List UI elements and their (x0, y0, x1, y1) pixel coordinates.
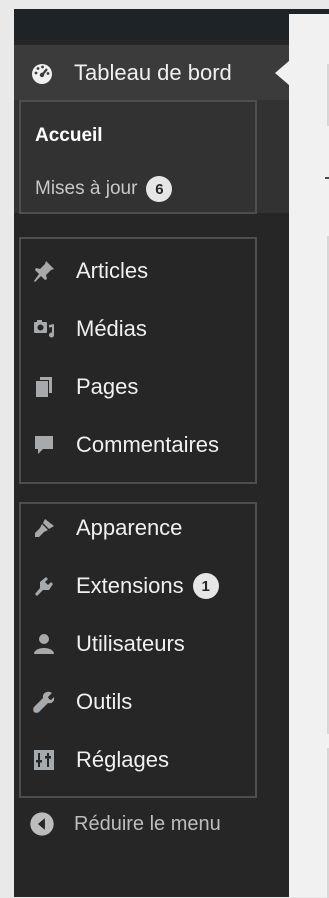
dashboard-icon (28, 59, 56, 87)
menu-item-label: Commentaires (76, 432, 220, 457)
menu-item-label: Extensions (76, 573, 184, 598)
menu-item-plugins[interactable]: Extensions 1 (16, 558, 291, 614)
pushpin-icon (30, 257, 58, 285)
updates-count-badge: 6 (146, 176, 173, 202)
current-page-indicator (275, 61, 289, 85)
menu-item-label: Outils (76, 689, 133, 714)
menu-item-tools[interactable]: Outils (16, 674, 291, 730)
menu-item-label: Utilisateurs (76, 631, 185, 656)
menu-item-settings[interactable]: Réglages (16, 732, 291, 788)
plugin-icon (30, 572, 58, 600)
media-icon (30, 315, 58, 343)
menu-item-appearance[interactable]: Apparence (16, 500, 291, 556)
menu-item-articles[interactable]: Articles (16, 243, 291, 299)
menu-item-media[interactable]: Médias (16, 301, 291, 357)
menu-item-label: Réglages (76, 747, 169, 772)
menu-item-label: Pages (76, 374, 139, 399)
paintbrush-icon (30, 514, 58, 542)
menu-item-label: Médias (76, 316, 147, 341)
menu-item-comments[interactable]: Commentaires (16, 417, 291, 473)
content-divider (325, 177, 329, 179)
collapse-menu-button[interactable]: Réduire le menu (14, 804, 289, 844)
submenu-box: Accueil Mises à jour 6 (19, 100, 257, 214)
menu-item-pages[interactable]: Pages (16, 359, 291, 415)
user-icon (30, 630, 58, 658)
settings-icon (30, 746, 58, 774)
menu-item-label: Tableau de bord (74, 59, 232, 85)
collapse-menu-label: Réduire le menu (74, 812, 221, 835)
pages-icon (30, 373, 58, 401)
dashboard-submenu: Accueil Mises à jour 6 (14, 100, 289, 214)
collapse-icon (28, 810, 56, 838)
admin-sidebar: Tableau de bord Accueil Mises à jour 6 A… (14, 40, 289, 897)
comment-icon (30, 431, 58, 459)
menu-group-content: Articles Médias Pages Commentaires (19, 237, 257, 484)
menu-item-label: Apparence (76, 515, 183, 540)
plugins-count-badge: 1 (192, 573, 219, 599)
menu-item-dashboard[interactable]: Tableau de bord (14, 45, 289, 100)
admin-bar (14, 9, 329, 40)
menu-item-users[interactable]: Utilisateurs (16, 616, 291, 672)
main-content-edge (289, 14, 329, 897)
menu-group-admin: Apparence Extensions 1 Utilisateurs Outi… (19, 502, 257, 798)
submenu-item-home[interactable]: Accueil (35, 125, 103, 147)
menu-item-label: Articles (76, 258, 149, 283)
wrench-icon (30, 688, 58, 716)
submenu-item-updates[interactable]: Mises à jour 6 (35, 176, 173, 202)
submenu-item-label: Mises à jour (35, 178, 138, 199)
